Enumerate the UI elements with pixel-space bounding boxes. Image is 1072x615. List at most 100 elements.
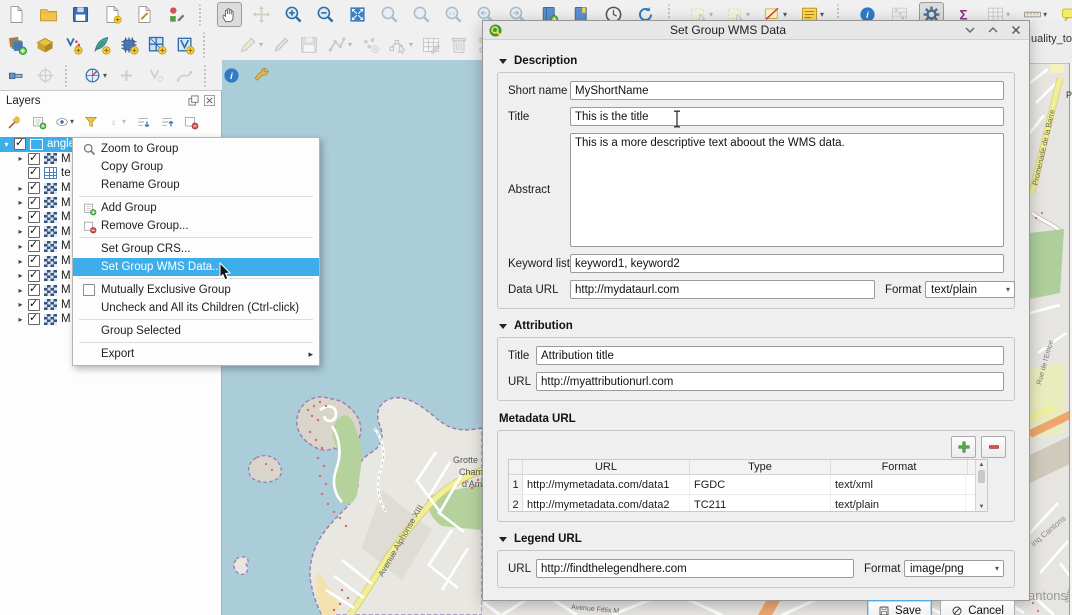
- collapse-all-button[interactable]: [156, 111, 177, 132]
- project-new-button[interactable]: [4, 2, 29, 27]
- layer-checkbox[interactable]: [28, 153, 40, 165]
- metasearch-button[interactable]: [219, 63, 244, 88]
- expander-icon[interactable]: ▸: [14, 198, 27, 207]
- zoom-native-button[interactable]: [441, 2, 466, 27]
- toggle-editing-button[interactable]: [268, 32, 294, 58]
- expander-icon[interactable]: ▸: [14, 227, 27, 236]
- metadata-table[interactable]: URL Type Format 1 http://mymetadata.com/…: [508, 459, 988, 512]
- add-metadata-row-button[interactable]: [951, 436, 976, 458]
- crosshair-tool-button[interactable]: [33, 63, 58, 88]
- new-spatialite-button[interactable]: [116, 32, 142, 58]
- remove-metadata-row-button[interactable]: [981, 436, 1006, 458]
- layer-checkbox[interactable]: [28, 240, 40, 252]
- filter-legend-button[interactable]: [80, 111, 101, 132]
- expander-icon[interactable]: ▸: [14, 300, 27, 309]
- vertex-tool-button[interactable]: [385, 32, 416, 58]
- layer-checkbox[interactable]: [28, 284, 40, 296]
- map-canvas-right[interactable]: Promenade de la Barre Rue de l'Embe inq …: [1030, 63, 1072, 615]
- data-url-input[interactable]: http://mydataurl.com: [570, 280, 875, 299]
- dialog-titlebar[interactable]: Set Group WMS Data: [483, 21, 1029, 40]
- pan-map-button[interactable]: [217, 2, 242, 27]
- data-source-manager-button[interactable]: [4, 32, 30, 58]
- menu-uncheck-children[interactable]: Uncheck and All its Children (Ctrl-click…: [73, 299, 319, 317]
- save-button[interactable]: Save: [867, 600, 932, 615]
- legend-url-section-header[interactable]: Legend URL: [499, 533, 1013, 545]
- map-tips-button[interactable]: [1057, 2, 1072, 27]
- expander-icon[interactable]: ▸: [14, 257, 27, 266]
- maximize-window-icon[interactable]: [986, 23, 1000, 37]
- layer-checkbox[interactable]: [28, 255, 40, 267]
- new-shapefile-button[interactable]: [60, 32, 86, 58]
- collapse-arrow-icon[interactable]: [499, 59, 507, 64]
- compass-tool-button[interactable]: [80, 63, 110, 88]
- layer-checkbox[interactable]: [28, 197, 40, 209]
- expander-icon[interactable]: ▸: [14, 286, 27, 295]
- menu-export[interactable]: Export: [73, 345, 319, 363]
- menu-zoom-to-group[interactable]: Zoom to Group: [73, 140, 319, 158]
- zoom-to-selection-button[interactable]: [377, 2, 402, 27]
- add-line-feature-button[interactable]: [324, 32, 355, 58]
- expander-icon[interactable]: ▸: [14, 213, 27, 222]
- modify-attributes-button[interactable]: [418, 32, 444, 58]
- expander-icon[interactable]: ▸: [14, 271, 27, 280]
- shade-window-icon[interactable]: [963, 23, 977, 37]
- curve-tool-button[interactable]: [172, 63, 197, 88]
- metadata-table-row[interactable]: 1 http://mymetadata.com/data1 FGDC text/…: [509, 475, 987, 495]
- zoom-full-button[interactable]: [345, 2, 370, 27]
- panel-float-button[interactable]: [187, 94, 200, 107]
- layer-checkbox[interactable]: [28, 211, 40, 223]
- expander-icon[interactable]: ▾: [0, 140, 13, 149]
- metadata-table-row[interactable]: 2 http://mymetadata.com/data2 TC211 text…: [509, 495, 987, 512]
- legend-format-select[interactable]: image/png: [904, 560, 1004, 577]
- expander-icon[interactable]: ▸: [14, 315, 27, 324]
- attribution-url-input[interactable]: http://myattributionurl.com: [536, 372, 1004, 391]
- layer-checkbox[interactable]: [28, 226, 40, 238]
- scroll-down-icon[interactable]: ▼: [979, 502, 985, 511]
- cancel-button[interactable]: Cancel: [940, 600, 1015, 615]
- expander-icon[interactable]: ▸: [14, 184, 27, 193]
- attribution-title-input[interactable]: Attribution title: [536, 346, 1004, 365]
- plugin-tool-button[interactable]: [4, 63, 29, 88]
- description-section-header[interactable]: Description: [499, 55, 1013, 67]
- data-url-format-select[interactable]: text/plain: [925, 281, 1015, 298]
- keyword-list-input[interactable]: keyword1, keyword2: [570, 254, 1004, 273]
- layer-checkbox[interactable]: [14, 138, 26, 150]
- short-name-input[interactable]: MyShortName: [570, 81, 1004, 100]
- menu-add-group[interactable]: Add Group: [73, 199, 319, 217]
- metadata-table-scrollbar[interactable]: ▲ ▼: [975, 460, 987, 511]
- layer-checkbox[interactable]: [28, 182, 40, 194]
- layer-checkbox[interactable]: [28, 167, 40, 179]
- menu-mutually-exclusive-group[interactable]: Mutually Exclusive Group: [73, 281, 319, 299]
- add-group-button[interactable]: [28, 111, 49, 132]
- menu-group-selected[interactable]: Group Selected: [73, 322, 319, 340]
- layer-checkbox[interactable]: [28, 270, 40, 282]
- add-point-feature-button[interactable]: [357, 32, 383, 58]
- current-edits-button[interactable]: [235, 32, 266, 58]
- legend-url-input[interactable]: http://findthelegendhere.com: [536, 559, 854, 578]
- layer-checkbox[interactable]: [28, 313, 40, 325]
- zoom-in-button[interactable]: [281, 2, 306, 27]
- new-virtual-layer-button[interactable]: [144, 32, 170, 58]
- expander-icon[interactable]: ▸: [14, 154, 27, 163]
- scroll-thumb[interactable]: [978, 470, 985, 483]
- delete-selected-button[interactable]: [446, 32, 472, 58]
- manage-map-themes-button[interactable]: [52, 111, 77, 132]
- new-print-layout-button[interactable]: [100, 2, 125, 27]
- zoom-out-button[interactable]: [313, 2, 338, 27]
- pan-to-selection-button[interactable]: [249, 2, 274, 27]
- menu-remove-group[interactable]: Remove Group...: [73, 217, 319, 235]
- save-edits-button[interactable]: [296, 32, 322, 58]
- filter-expression-button[interactable]: [104, 111, 129, 132]
- title-input[interactable]: This is the title: [570, 107, 1004, 126]
- menu-copy-group[interactable]: Copy Group: [73, 158, 319, 176]
- abstract-textarea[interactable]: This is a more descriptive text aboout t…: [570, 133, 1004, 247]
- new-mesh-layer-button[interactable]: [172, 32, 198, 58]
- remove-layer-button[interactable]: [180, 111, 201, 132]
- layout-manager-button[interactable]: [132, 2, 157, 27]
- add-part-button[interactable]: [114, 63, 139, 88]
- plugin-settings-button[interactable]: [248, 63, 273, 88]
- style-manager-button[interactable]: [164, 2, 189, 27]
- attribution-section-header[interactable]: Attribution: [499, 320, 1013, 332]
- menu-set-group-crs[interactable]: Set Group CRS...: [73, 240, 319, 258]
- layer-checkbox[interactable]: [28, 299, 40, 311]
